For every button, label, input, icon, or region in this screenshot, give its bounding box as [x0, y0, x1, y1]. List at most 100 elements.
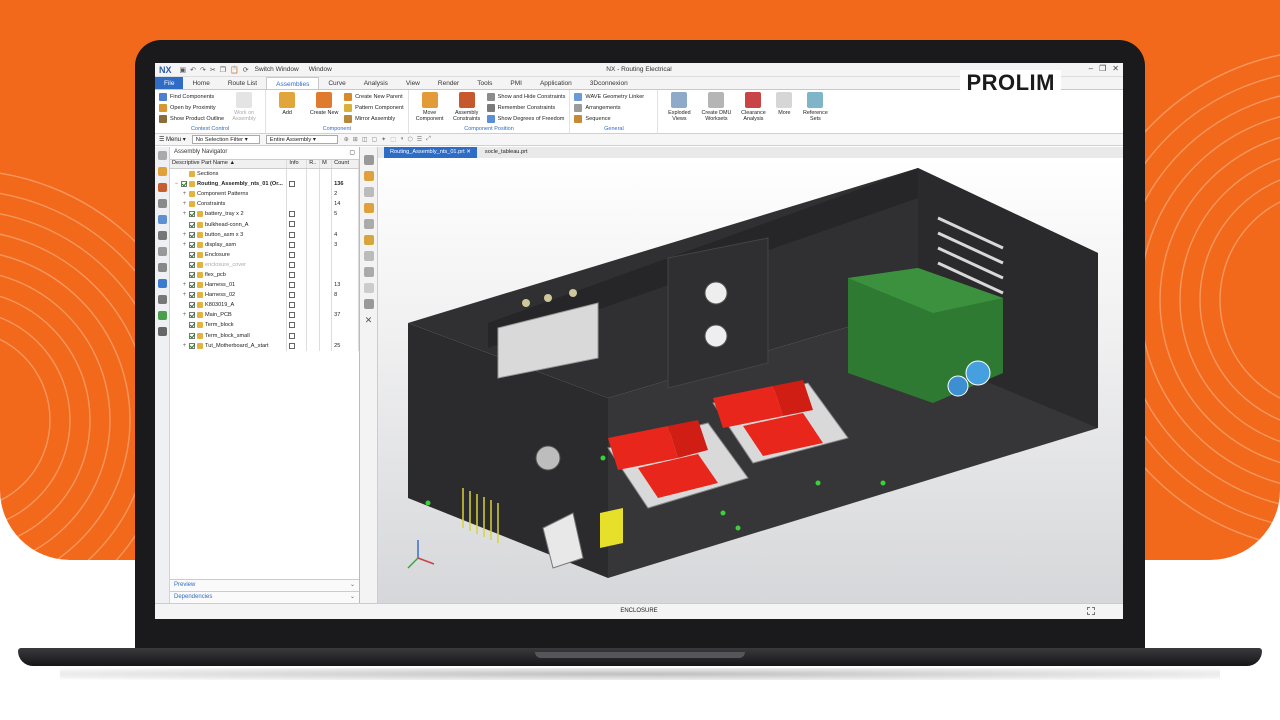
copy-icon[interactable]: ❐: [220, 66, 226, 74]
tab-pmi[interactable]: PMI: [501, 77, 531, 89]
restore-icon[interactable]: ❐: [1099, 64, 1106, 73]
document-icon[interactable]: [289, 221, 296, 228]
orient-view-icon[interactable]: [363, 267, 374, 277]
document-icon[interactable]: [289, 271, 296, 278]
expand-toggle-icon[interactable]: +: [182, 230, 187, 240]
table-row[interactable]: + Harness_02 8: [170, 290, 359, 301]
history-icon[interactable]: [157, 263, 167, 272]
create-new-parent-button[interactable]: Create New Parent: [344, 92, 404, 101]
tab-view[interactable]: View: [397, 77, 429, 89]
document-icon[interactable]: [289, 332, 296, 339]
expand-toggle-icon[interactable]: −: [174, 179, 179, 189]
visibility-checkbox[interactable]: [189, 211, 195, 218]
tab-route-list[interactable]: Route List: [219, 77, 266, 89]
document-icon[interactable]: [289, 211, 296, 218]
column-descriptive-part-name[interactable]: Descriptive Part Name ▲: [170, 160, 288, 168]
point-icon[interactable]: ✦: [381, 136, 386, 143]
visibility-checkbox[interactable]: [189, 312, 195, 319]
table-row[interactable]: + Tut_Motherboard_A_start 25: [170, 340, 359, 351]
document-icon[interactable]: [289, 312, 296, 319]
expand-toggle-icon[interactable]: +: [182, 209, 187, 219]
paste-icon[interactable]: 📋: [230, 66, 239, 74]
tab-3dconnexion[interactable]: 3Dconnexion: [581, 77, 637, 89]
work-on-assembly-button[interactable]: Work on Assembly: [227, 92, 261, 124]
assembly-constraints-button[interactable]: Assembly Constraints: [450, 92, 484, 124]
pattern-component-button[interactable]: Pattern Component: [344, 103, 404, 112]
close-icon[interactable]: ✕: [1112, 64, 1119, 73]
layers-icon[interactable]: ☰: [417, 136, 422, 143]
expand-toggle-icon[interactable]: +: [182, 290, 187, 300]
save-view-icon[interactable]: [363, 219, 374, 229]
system-materials-icon[interactable]: [157, 279, 167, 288]
assembly-icon[interactable]: [363, 235, 374, 245]
document-icon[interactable]: [289, 282, 296, 289]
fullscreen-icon[interactable]: [1087, 607, 1095, 615]
selection-filter-dropdown[interactable]: No Selection Filter ▾: [191, 135, 260, 144]
expand-toggle-icon[interactable]: +: [182, 199, 187, 209]
visibility-checkbox[interactable]: [189, 261, 195, 268]
tab-curve[interactable]: Curve: [319, 77, 354, 89]
table-row[interactable]: + battery_tray x 2 5: [170, 209, 359, 220]
show-hide-constraints-button[interactable]: Show and Hide Constraints: [486, 92, 565, 101]
table-row[interactable]: Term_block: [170, 320, 359, 331]
rotate-icon[interactable]: [363, 187, 374, 197]
open-by-proximity-button[interactable]: Open by Proximity: [159, 103, 224, 112]
web-browser-icon[interactable]: [157, 247, 167, 256]
clock-icon[interactable]: [157, 295, 167, 304]
visibility-checkbox[interactable]: [189, 292, 195, 299]
expand-icon[interactable]: [363, 283, 374, 293]
doc-tab-socle-tableau[interactable]: socle_tableau.prt: [479, 147, 534, 158]
table-row[interactable]: bulkhead-conn_A: [170, 219, 359, 230]
orient-icon[interactable]: ⬡: [407, 136, 412, 143]
show-product-outline-button[interactable]: Show Product Outline: [159, 115, 224, 124]
create-dmu-worksets-button[interactable]: Create DMU Worksets: [699, 92, 733, 124]
box-select-icon[interactable]: ▢: [371, 136, 377, 143]
table-row[interactable]: K803019_A: [170, 300, 359, 311]
column-info[interactable]: Info: [287, 160, 308, 168]
dependencies-panel-toggle[interactable]: Dependencies ⌄: [170, 591, 359, 603]
show-degrees-of-freedom-button[interactable]: Show Degrees of Freedom: [486, 115, 566, 124]
table-row[interactable]: flex_pcb: [170, 269, 359, 281]
minimize-icon[interactable]: –: [1089, 64, 1093, 73]
add-button[interactable]: Add: [270, 92, 304, 124]
tab-file[interactable]: File: [155, 77, 184, 89]
remember-constraints-button[interactable]: Remember Constraints: [486, 103, 566, 112]
roles-icon[interactable]: [157, 311, 167, 320]
view-icon[interactable]: ⬚: [390, 136, 396, 143]
column-r[interactable]: R..: [307, 160, 321, 168]
expand-toggle-icon[interactable]: +: [182, 189, 187, 199]
document-icon[interactable]: [289, 302, 296, 309]
table-row[interactable]: − Routing_Assembly_nts_01 (Or... 136: [170, 179, 359, 190]
tab-home[interactable]: Home: [183, 77, 218, 89]
column-count[interactable]: Count: [332, 160, 359, 168]
document-icon[interactable]: [289, 251, 296, 258]
visibility-checkbox[interactable]: [189, 282, 195, 289]
expand-toggle-icon[interactable]: +: [182, 310, 187, 320]
tab-tools[interactable]: Tools: [468, 77, 501, 89]
repeat-icon[interactable]: ⟳: [243, 66, 249, 74]
maximize-icon[interactable]: ▢: [349, 149, 355, 157]
reuse-library-icon[interactable]: [157, 215, 167, 224]
visibility-checkbox[interactable]: [189, 221, 195, 228]
cut-icon[interactable]: ✂: [210, 66, 216, 74]
tab-application[interactable]: Application: [531, 77, 581, 89]
visibility-checkbox[interactable]: [189, 271, 195, 278]
fit-icon[interactable]: ⤢: [426, 136, 431, 143]
undo-icon[interactable]: ↶: [190, 66, 196, 74]
table-row[interactable]: + Constraints 14: [170, 199, 359, 210]
document-icon[interactable]: [289, 241, 296, 248]
visibility-checkbox[interactable]: [189, 322, 195, 329]
assembly-navigator-icon[interactable]: [157, 167, 167, 176]
window-menu[interactable]: Window: [309, 66, 332, 73]
visibility-checkbox[interactable]: [189, 251, 195, 258]
select-icon[interactable]: ◫: [362, 136, 368, 143]
document-icon[interactable]: [289, 231, 296, 238]
table-row[interactable]: Sections: [170, 169, 359, 180]
hide-icon[interactable]: [363, 299, 374, 309]
visibility-checkbox[interactable]: [189, 332, 195, 339]
scope-dropdown[interactable]: Entire Assembly ▾: [265, 135, 338, 144]
column-m[interactable]: M: [320, 160, 333, 168]
move-component-button[interactable]: Move Component: [413, 92, 447, 124]
document-icon[interactable]: [289, 322, 296, 329]
filter-icon[interactable]: ⊞: [353, 136, 358, 143]
